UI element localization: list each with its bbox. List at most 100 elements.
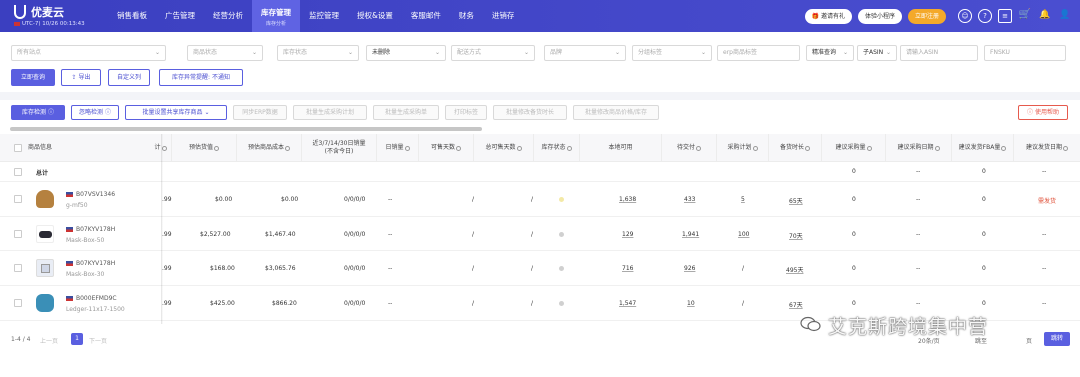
col-sales[interactable]: 近3/7/14/30日销量 (不含今日)	[302, 134, 377, 162]
brand-select[interactable]: 品牌 ⌄	[544, 45, 626, 61]
col-est-value[interactable]: 预估货值	[172, 134, 237, 162]
cell-local-available[interactable]: 1,547	[619, 300, 636, 307]
help-icon[interactable]: ?	[978, 9, 992, 23]
col-stock-status[interactable]: 库存状态	[534, 134, 580, 162]
row-checkbox[interactable]	[14, 195, 22, 203]
cart-icon[interactable]: 🛒	[1018, 9, 1032, 23]
col-suggest-fba[interactable]: 建议发货FBA量	[952, 134, 1014, 162]
row-checkbox[interactable]	[14, 168, 22, 176]
nav-sales-dashboard[interactable]: 销售看板	[108, 0, 156, 32]
cell-pending[interactable]: 926	[684, 265, 695, 272]
ship-method-select[interactable]: 配送方式 ⌄	[451, 45, 535, 61]
cell-sales[interactable]: 0/0/0/0	[344, 300, 365, 307]
message-icon[interactable]: ≡	[998, 9, 1012, 23]
cell-local-available[interactable]: 129	[622, 231, 633, 238]
jump-button[interactable]: 跳转	[1044, 332, 1070, 346]
product-asin[interactable]: B07KYV178H	[66, 226, 115, 233]
col-pending[interactable]: 待交付	[662, 134, 717, 162]
cell-lead-time[interactable]: 67天	[789, 300, 803, 309]
cell-lead-time[interactable]: 495天	[786, 265, 803, 274]
invite-button[interactable]: 🎁 邀请有礼	[804, 8, 852, 24]
cell-sales[interactable]: 0/0/0/0	[344, 196, 365, 203]
batch-purchase-order-button[interactable]: 批量生成采购单	[373, 105, 439, 120]
nav-ads[interactable]: 广告管理	[156, 0, 204, 32]
prev-page-button[interactable]: 上一页	[40, 336, 58, 345]
custom-columns-button[interactable]: 自定义列	[108, 69, 150, 86]
col-lead-time[interactable]: 备货时长	[769, 134, 822, 162]
help-button[interactable]: ⓘ 使用帮助	[1018, 105, 1068, 120]
batch-lead-time-button[interactable]: 批量修改备货时长	[493, 105, 567, 120]
stock-check-button[interactable]: 库存检测 ⓘ	[11, 105, 65, 120]
app-logo[interactable]: 优麦云 UTC-7) 10/26 00:13:43	[14, 4, 104, 28]
product-asin[interactable]: B07VSV1346	[66, 191, 115, 198]
product-thumbnail[interactable]	[36, 259, 54, 277]
stock-status-select[interactable]: 库存状态 ⌄	[277, 45, 359, 61]
cell-lead-time[interactable]: 65天	[789, 196, 803, 205]
cell-pending[interactable]: 433	[684, 196, 695, 203]
col-est-cost[interactable]: 预估商品成本	[237, 134, 302, 162]
row-checkbox[interactable]	[14, 299, 22, 307]
cell-pending[interactable]: 10	[687, 300, 695, 307]
product-asin[interactable]: B000EFMD9C	[66, 295, 117, 302]
deleted-select[interactable]: 未删除 ⌄	[366, 45, 446, 61]
col-suggest-qty[interactable]: 建议采购量	[822, 134, 886, 162]
col-suggest-ship-date[interactable]: 建议发货日期	[1014, 134, 1080, 162]
print-label-button[interactable]: 打印标签	[445, 105, 487, 120]
nav-monitor[interactable]: 监控管理	[300, 0, 348, 32]
cell-est-value: $0.00	[215, 196, 233, 203]
nav-email[interactable]: 客服邮件	[402, 0, 450, 32]
batch-purchase-plan-button[interactable]: 批量生成采购计划	[293, 105, 367, 120]
cell-purchase-plan[interactable]: 5	[741, 196, 745, 203]
product-thumbnail[interactable]	[36, 190, 54, 208]
register-button[interactable]: 立即注册	[907, 8, 946, 24]
nav-inventory[interactable]: 库存管理 库存分析	[252, 0, 300, 32]
page-1-button[interactable]: 1	[71, 333, 83, 345]
row-checkbox[interactable]	[14, 264, 22, 272]
col-sellable-days[interactable]: 可售天数	[419, 134, 474, 162]
erp-tag-input[interactable]: erp商品标签	[717, 45, 800, 61]
nav-erp[interactable]: 进销存	[483, 0, 524, 32]
col-suggest-date[interactable]: 建议采购日期	[886, 134, 952, 162]
cell-local-available[interactable]: 716	[622, 265, 633, 272]
col-local-available[interactable]: 本地可用	[580, 134, 662, 162]
cell-sales[interactable]: 0/0/0/0	[344, 231, 365, 238]
col-total-sellable-days[interactable]: 总可售天数	[474, 134, 534, 162]
customer-service-icon[interactable]: ☺	[958, 9, 972, 23]
asin-input[interactable]: 请输入ASIN	[900, 45, 978, 61]
cell-sales[interactable]: 0/0/0/0	[344, 265, 365, 272]
user-icon[interactable]: 👤	[1058, 9, 1072, 23]
batch-shared-stock-button[interactable]: 批量设置共享库存商品 ⌄	[125, 105, 227, 120]
mini-program-button[interactable]: 体验小程序	[857, 8, 902, 24]
group-tag-select[interactable]: 分组标签 ⌄	[632, 45, 712, 61]
product-asin[interactable]: B07KYV178H	[66, 260, 115, 267]
bell-icon[interactable]: 🔔	[1038, 9, 1052, 23]
nav-settings[interactable]: 授权&设置	[348, 0, 402, 32]
row-checkbox[interactable]	[14, 230, 22, 238]
asin-type-select[interactable]: 子ASIN ⌄	[857, 45, 897, 61]
nav-finance[interactable]: 财务	[450, 0, 483, 32]
cell-purchase-plan[interactable]: 100	[738, 231, 749, 238]
nav-analysis[interactable]: 经营分析	[204, 0, 252, 32]
next-page-button[interactable]: 下一页	[89, 336, 107, 345]
col-purchase-plan[interactable]: 采购计划	[717, 134, 769, 162]
select-all-checkbox[interactable]	[14, 144, 22, 152]
col-product[interactable]: 商品信息	[28, 134, 158, 162]
ignore-check-button[interactable]: 忽略检测 ⓘ	[71, 105, 119, 120]
cell-local-available[interactable]: 1,638	[619, 196, 636, 203]
query-button[interactable]: 立即查询	[11, 69, 55, 86]
product-thumbnail[interactable]	[36, 294, 54, 312]
horizontal-scrollbar[interactable]	[10, 127, 482, 131]
stock-alert-button[interactable]: 库存异常提醒: 不通知	[159, 69, 243, 86]
cell-lead-time[interactable]: 70天	[789, 231, 803, 240]
top-actions: 🎁 邀请有礼 体验小程序 立即注册 ☺ ? ≡ 🛒 🔔 👤	[804, 7, 1072, 25]
cell-pending[interactable]: 1,941	[682, 231, 699, 238]
batch-price-button[interactable]: 批量修改商品价格/库存	[573, 105, 659, 120]
match-mode-select[interactable]: 精准查询 ⌄	[806, 45, 854, 61]
export-button[interactable]: ⇪ 导出	[61, 69, 101, 86]
product-status-select[interactable]: 商品状态 ⌄	[187, 45, 263, 61]
fnsku-input[interactable]: FNSKU	[984, 45, 1066, 61]
store-select[interactable]: 所有站点 ⌄	[11, 45, 166, 61]
product-thumbnail[interactable]	[36, 225, 54, 243]
sync-erp-button[interactable]: 同步ERP数据	[233, 105, 287, 120]
col-daily-sales[interactable]: 日销量	[377, 134, 419, 162]
